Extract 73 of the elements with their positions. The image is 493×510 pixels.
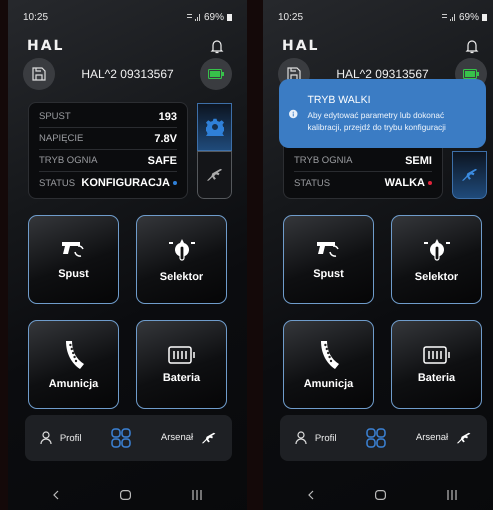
device-name: HAL^2 09313567 — [81, 67, 174, 81]
logo: HAL — [27, 38, 64, 54]
home-icon[interactable] — [120, 490, 131, 500]
nav-item[interactable] — [364, 426, 388, 450]
stat-label: TRYB OGNIA — [39, 155, 98, 166]
nav-item[interactable]: Arsenał — [414, 430, 474, 446]
battery-percent: 69% — [204, 12, 224, 22]
user-icon — [40, 431, 52, 445]
stat-label: STATUS — [39, 178, 76, 188]
signal-icon — [442, 13, 456, 21]
battery-percent: 69% — [458, 12, 479, 22]
device-name: HAL^2 09313567 — [336, 67, 429, 81]
menu-tile[interactable]: Bateria — [136, 320, 227, 409]
stat-value: 7.8V — [154, 132, 177, 144]
side-tab[interactable] — [452, 151, 487, 199]
pistol-icon — [60, 240, 86, 260]
menu-tile[interactable]: Spust — [28, 215, 119, 304]
nav-item[interactable]: Arsenał — [158, 430, 220, 446]
nav-item[interactable] — [109, 426, 134, 450]
menu-tile[interactable]: Amunicja — [28, 320, 119, 409]
rifle-icon — [456, 432, 472, 444]
selector-icon — [166, 236, 196, 262]
battery-button[interactable] — [200, 58, 232, 90]
recents-icon[interactable] — [446, 490, 457, 500]
grid-icon — [111, 428, 132, 448]
stat-value: WALKA — [384, 177, 432, 189]
menu-tile[interactable]: Bateria — [391, 320, 482, 409]
stat-label: SPUST — [39, 111, 71, 122]
rifle-icon — [206, 168, 224, 182]
stat-value: KONFIGURACJA — [81, 177, 177, 189]
back-icon[interactable] — [53, 490, 60, 500]
menu-tile[interactable]: Spust — [283, 215, 374, 304]
rifle-icon — [460, 168, 478, 182]
stat-label: TRYB OGNIA — [294, 155, 352, 166]
status-time: 10:25 — [23, 12, 48, 22]
stat-label: NAPIĘCIE — [39, 133, 84, 144]
pistol-icon — [316, 240, 342, 260]
menu-tile[interactable]: Amunicja — [283, 320, 374, 409]
stat-value: SEMI — [405, 154, 432, 166]
recents-icon[interactable] — [192, 490, 202, 500]
side-tab[interactable] — [197, 103, 232, 151]
nav-item[interactable]: Profil — [38, 429, 84, 447]
selector-icon — [422, 236, 452, 262]
battery-icon — [168, 346, 196, 364]
user-icon — [294, 431, 307, 445]
signal-icon — [186, 13, 201, 21]
side-tab[interactable] — [197, 151, 232, 199]
floppy-icon — [287, 67, 301, 81]
info-icon — [289, 106, 298, 120]
battery-level-icon — [463, 69, 479, 79]
stat-value: 193 — [158, 110, 177, 122]
battery-status-icon — [482, 13, 487, 21]
toast-message: Aby edytować parametry lub dokonać kalibracji, przejdź do trybu konfiguracji — [308, 110, 447, 134]
battery-icon — [422, 346, 450, 364]
back-icon[interactable] — [308, 490, 314, 500]
battery-status-icon — [227, 13, 232, 21]
rifle-icon — [201, 432, 218, 444]
toast-title: TRYB WALKI — [308, 94, 372, 106]
stat-label: STATUS — [294, 178, 330, 188]
home-icon[interactable] — [374, 490, 386, 500]
bell-icon — [465, 38, 479, 54]
save-button[interactable] — [23, 58, 55, 90]
floppy-icon — [32, 67, 46, 81]
bell-icon — [210, 38, 224, 54]
menu-tile[interactable]: Selektor — [136, 215, 227, 304]
grid-icon — [366, 428, 386, 448]
menu-tile[interactable]: Selektor — [391, 215, 482, 304]
nav-item[interactable]: Profil — [292, 429, 338, 447]
status-time: 10:25 — [278, 12, 304, 22]
battery-level-icon — [208, 69, 224, 79]
logo: HAL — [282, 38, 320, 54]
gear-icon — [206, 118, 224, 136]
stat-value: SAFE — [148, 154, 177, 166]
